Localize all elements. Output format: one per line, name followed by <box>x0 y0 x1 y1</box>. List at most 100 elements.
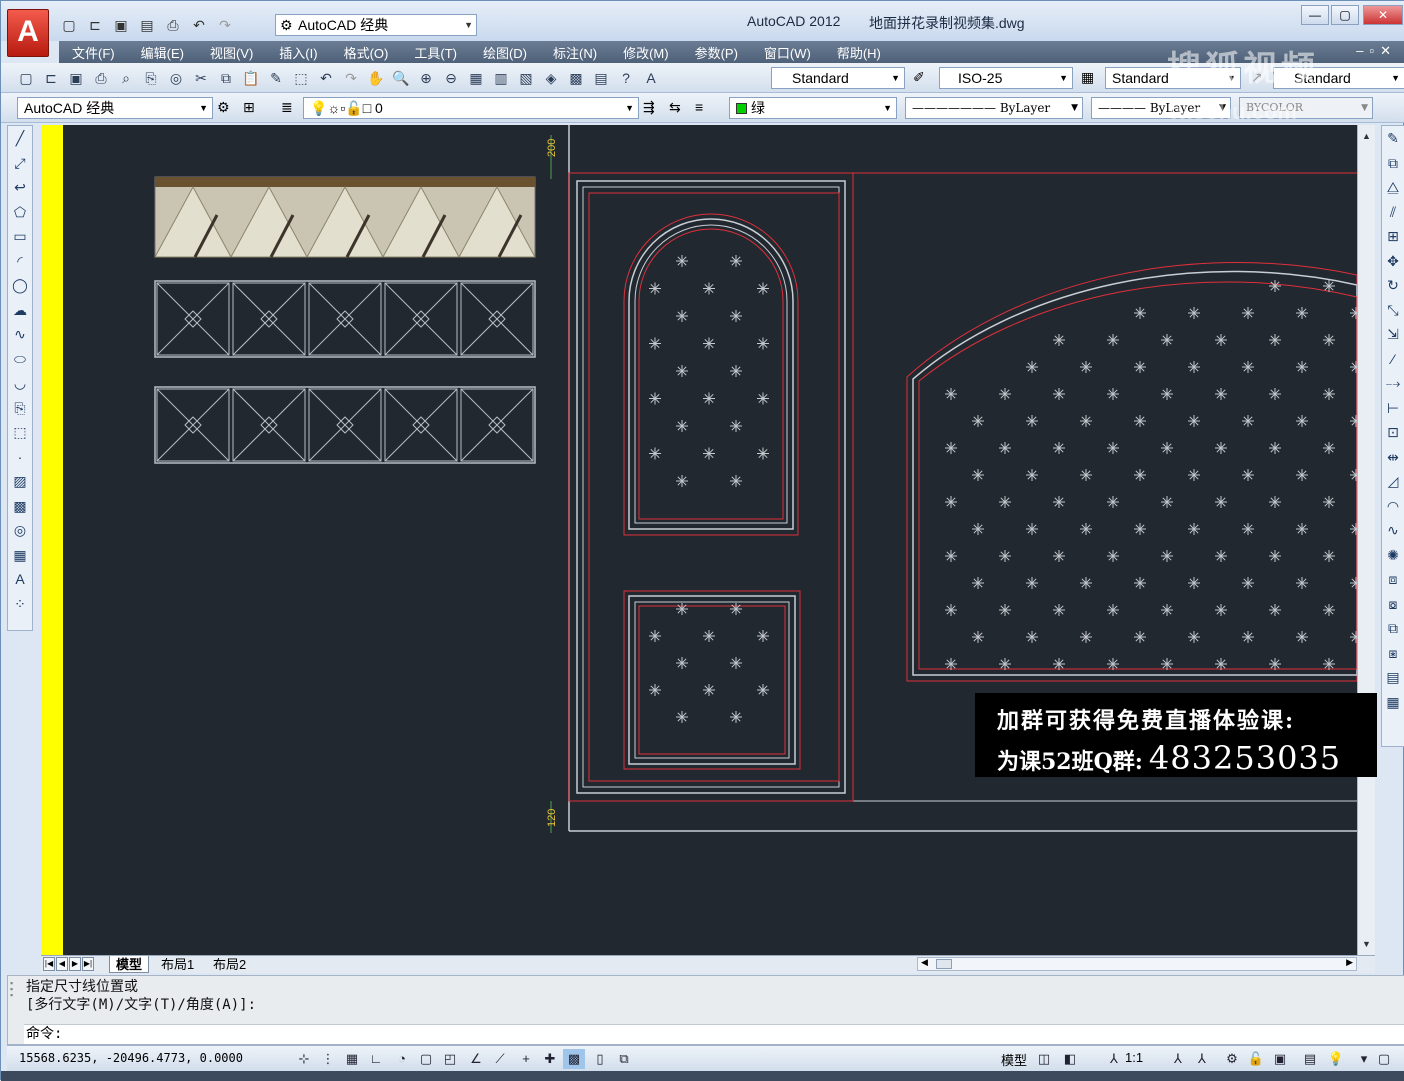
ortho-icon[interactable]: ∟ <box>365 1049 387 1069</box>
tab-model[interactable]: 模型 <box>109 956 150 973</box>
layer-previous-icon[interactable]: ⇆ <box>669 99 681 116</box>
maximize-button[interactable]: ▢ <box>1331 5 1359 25</box>
coordinate-readout[interactable]: 15568.6235, -20496.4773, 0.0000 <box>19 1051 243 1065</box>
auto-scale-icon[interactable]: ⅄ <box>1191 1049 1213 1069</box>
menu-draw[interactable]: 绘图(D) <box>470 43 540 62</box>
join-icon[interactable]: ⇹ <box>1382 445 1404 470</box>
menu-help[interactable]: 帮助(H) <box>824 43 894 62</box>
lightbulb-icon[interactable]: 💡 <box>1325 1049 1347 1069</box>
hatch-back-icon[interactable]: ▦ <box>1382 690 1404 715</box>
line-icon[interactable]: ╱ <box>8 126 32 151</box>
move-icon[interactable]: ✥ <box>1382 249 1404 274</box>
annotation-scale-icon[interactable]: ⅄ <box>1103 1049 1125 1069</box>
save-icon[interactable]: ▣ <box>111 16 131 34</box>
annotation-scale-value[interactable]: 1:1 <box>1125 1050 1143 1065</box>
copy-icon[interactable]: ⧉ <box>215 69 237 87</box>
stretch-icon[interactable]: ⇲ <box>1382 322 1404 347</box>
new-icon[interactable]: ▢ <box>15 69 37 87</box>
tab-layout2[interactable]: 布局2 <box>207 956 252 973</box>
draworder-above-icon[interactable]: ⧉ <box>1382 616 1404 641</box>
redo-icon[interactable]: ↷ <box>215 16 235 34</box>
clean-screen-icon[interactable]: ⊞ <box>243 99 255 116</box>
erase-icon[interactable]: ✎ <box>1382 126 1404 151</box>
polygon-icon[interactable]: ⬠ <box>8 200 32 225</box>
osnap-icon[interactable]: ▢ <box>415 1049 437 1069</box>
color-select[interactable]: 绿 ▼ <box>729 97 897 119</box>
multiline-text-icon[interactable]: A <box>8 567 32 592</box>
quickcalc-icon[interactable]: ▤ <box>590 69 612 87</box>
text-style-select[interactable]: Standard ▼ <box>771 67 905 89</box>
mirror-icon[interactable]: ⧋ <box>1382 175 1404 200</box>
break-at-point-icon[interactable]: ⊢ <box>1382 396 1404 421</box>
undo-icon[interactable]: ↶ <box>315 69 337 87</box>
workspace-select[interactable]: AutoCAD 经典 ▼ <box>17 97 213 119</box>
menu-window[interactable]: 窗口(W) <box>751 43 824 62</box>
redo-icon[interactable]: ↷ <box>340 69 362 87</box>
zoom-previous-icon[interactable]: ⊖ <box>440 69 462 87</box>
menu-parametric[interactable]: 参数(P) <box>682 43 751 62</box>
array-icon[interactable]: ⊞ <box>1382 224 1404 249</box>
minimize-button[interactable]: — <box>1301 5 1329 25</box>
selection-cycling-icon[interactable]: ⧉ <box>613 1049 635 1069</box>
ellipse-arc-icon[interactable]: ◡ <box>8 371 32 396</box>
last-tab-icon[interactable]: ▶| <box>82 957 94 971</box>
zoom-realtime-icon[interactable]: 🔍 <box>390 69 412 87</box>
help-icon[interactable]: ? <box>615 69 637 87</box>
point-icon[interactable]: · <box>8 445 32 470</box>
grip-handle[interactable]: ▪ ▪ ▪ <box>10 979 22 1040</box>
spline-icon[interactable]: ∿ <box>8 322 32 347</box>
zoom-window-icon[interactable]: ⊕ <box>415 69 437 87</box>
dyn-icon[interactable]: + <box>515 1049 537 1069</box>
table-icon[interactable]: ▦ <box>8 543 32 568</box>
close-button[interactable]: ✕ <box>1363 5 1403 25</box>
linetype-select[interactable]: ——————— ByLayer ▼ <box>905 97 1083 119</box>
first-tab-icon[interactable]: |◀ <box>43 957 55 971</box>
infer-constraints-icon[interactable]: ⊹ <box>293 1049 315 1069</box>
workspace-switcher[interactable]: ⚙ AutoCAD 经典 ▼ <box>275 14 477 36</box>
command-input[interactable]: 命令: <box>24 1024 1404 1044</box>
revision-cloud-icon[interactable]: ☁ <box>8 298 32 323</box>
plot-preview-icon[interactable]: ⌕ <box>115 69 137 87</box>
layer-select[interactable]: 💡☼▫🔓□ 0 ▼ <box>303 97 639 119</box>
polar-icon[interactable]: ◔ <box>391 1049 413 1069</box>
horizontal-scrollbar[interactable]: ◀ ▶ <box>917 957 1357 971</box>
quick-view-layouts-icon[interactable]: ◫ <box>1033 1049 1055 1069</box>
layer-properties-icon[interactable]: ≣ <box>281 99 293 116</box>
draworder-below-icon[interactable]: ⧆ <box>1382 641 1404 666</box>
polyline-icon[interactable]: ↩ <box>8 175 32 200</box>
menu-view[interactable]: 视图(V) <box>197 43 266 62</box>
vertical-scrollbar[interactable]: ▲ ▼ <box>1357 125 1375 955</box>
menu-insert[interactable]: 插入(I) <box>266 43 330 62</box>
insert-block-icon[interactable]: ⎘ <box>8 396 32 421</box>
fillet-icon[interactable]: ◠ <box>1382 494 1404 519</box>
save-icon[interactable]: ▣ <box>65 69 87 87</box>
snap-mode-icon[interactable]: ⋮ <box>317 1049 339 1069</box>
rotate-icon[interactable]: ↻ <box>1382 273 1404 298</box>
menu-dimension[interactable]: 标注(N) <box>540 43 610 62</box>
explode-icon[interactable]: ✺ <box>1382 543 1404 568</box>
construction-line-icon[interactable]: ⤢ <box>8 151 32 176</box>
cut-icon[interactable]: ✂ <box>190 69 212 87</box>
extend-icon[interactable]: ⤍ <box>1382 371 1404 396</box>
circle-icon[interactable]: ◯ <box>8 273 32 298</box>
drawing-canvas[interactable]: 200 120 <box>41 125 1357 955</box>
rectangle-icon[interactable]: ▭ <box>8 224 32 249</box>
design-center-icon[interactable]: ▥ <box>490 69 512 87</box>
new-icon[interactable]: ▢ <box>59 16 79 34</box>
menu-file[interactable]: 文件(F) <box>59 43 128 62</box>
quick-properties-icon[interactable]: ▯ <box>589 1049 611 1069</box>
undo-icon[interactable]: ↶ <box>189 16 209 34</box>
tab-layout1[interactable]: 布局1 <box>155 956 200 973</box>
hardware-acceleration-icon[interactable]: ▣ <box>1269 1049 1291 1069</box>
region-icon[interactable]: ◎ <box>8 518 32 543</box>
model-space-label[interactable]: 模型 <box>1001 1050 1027 1069</box>
grid-icon[interactable]: ▦ <box>341 1049 363 1069</box>
lineweight-icon[interactable]: ✚ <box>539 1049 561 1069</box>
scroll-right-icon[interactable]: ▶ <box>1346 957 1353 968</box>
scroll-up-icon[interactable]: ▲ <box>1362 131 1371 141</box>
dim-style-icon[interactable]: ✐ <box>913 69 925 86</box>
layer-state-icon[interactable]: ≡ <box>695 99 703 115</box>
scroll-down-icon[interactable]: ▼ <box>1362 939 1371 949</box>
scroll-thumb[interactable] <box>936 959 952 969</box>
match-properties-icon[interactable]: ✎ <box>265 69 287 87</box>
